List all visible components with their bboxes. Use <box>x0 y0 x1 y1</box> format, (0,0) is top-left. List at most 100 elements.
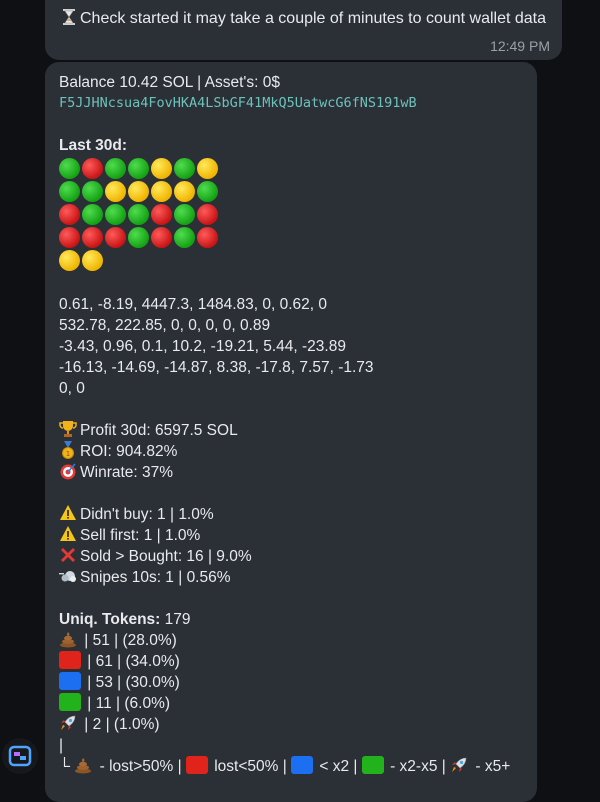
profit-text: Profit 30d: 6597.5 SOL <box>80 422 238 439</box>
green-circle-icon <box>105 204 126 225</box>
dash-cloud-icon <box>59 571 76 582</box>
dot-row <box>59 227 523 250</box>
winrate-text: Winrate: 37% <box>80 464 174 481</box>
legend-line: └ - lost>50% | lost<50% | < x2 | - x2-x5… <box>59 756 523 777</box>
trophy-icon <box>59 421 77 437</box>
last30d-label: Last 30d: <box>59 137 128 154</box>
rocket-icon <box>452 757 467 772</box>
sold-bought-line: Sold > Bought: 16 | 9.0% <box>59 546 523 567</box>
svg-text:1: 1 <box>66 450 70 458</box>
green-circle-icon <box>82 204 103 225</box>
pipe-line: | <box>59 737 64 754</box>
legend-x2-x5: - x2-x5 | <box>385 758 446 775</box>
yellow-circle-icon <box>105 181 126 202</box>
rocket-icon <box>61 715 76 730</box>
red-circle-icon <box>151 204 172 225</box>
legend-lost-lt50: lost<50% | <box>209 758 287 775</box>
red-circle-icon <box>105 227 126 248</box>
green-circle-icon <box>174 227 195 248</box>
legend-x5-plus: - x5+ <box>471 758 511 775</box>
sold-bought-text: Sold > Bought: 16 | 9.0% <box>80 548 252 565</box>
red-circle-icon <box>197 204 218 225</box>
yellow-circle-icon <box>59 250 80 271</box>
message-timestamp: 12:49 PM <box>490 38 550 54</box>
bot-logo-icon <box>8 745 32 767</box>
yellow-circle-icon <box>151 158 172 179</box>
token-row-text: | 61 | (34.0%) <box>83 653 180 670</box>
values-line: -3.43, 0.96, 0.1, 10.2, -19.21, 5.44, -2… <box>59 338 346 355</box>
green-circle-icon <box>82 181 103 202</box>
red-circle-icon <box>59 227 80 248</box>
green-circle-icon <box>128 204 149 225</box>
green-circle-icon <box>59 158 80 179</box>
avatar[interactable] <box>2 738 38 774</box>
token-row: | 2 | (1.0%) <box>59 714 523 735</box>
green-circle-icon <box>174 158 195 179</box>
token-row: | 53 | (30.0%) <box>59 672 523 693</box>
green-circle-icon <box>128 227 149 248</box>
green-circle-icon <box>174 204 195 225</box>
green-square-icon <box>361 756 384 774</box>
warning-icon <box>60 505 76 520</box>
green-square-icon <box>59 693 81 711</box>
blue-square-icon <box>59 672 81 690</box>
roi-line: 1 ROI: 904.82% <box>59 441 523 462</box>
uniq-tokens-line: Uniq. Tokens: 179 <box>59 609 523 630</box>
yellow-circle-icon <box>151 181 172 202</box>
profit-line: Profit 30d: 6597.5 SOL <box>59 420 523 441</box>
uniq-tokens-value: 179 <box>160 611 191 628</box>
report-message-bubble: Balance 10.42 SOL | Asset's: 0$ F5JJHNcs… <box>45 62 537 802</box>
token-row: | 51 | (28.0%) <box>59 630 523 651</box>
hourglass-icon <box>63 9 75 25</box>
didnt-buy-text: Didn't buy: 1 | 1.0% <box>80 506 214 523</box>
warning-icon <box>60 526 76 541</box>
values-line: 532.78, 222.85, 0, 0, 0, 0, 0.89 <box>59 317 271 334</box>
balance-line: Balance 10.42 SOL | Asset's: 0$ <box>59 74 280 91</box>
legend-corner: └ <box>59 758 70 775</box>
values-line: -16.13, -14.69, -14.87, 8.38, -17.8, 7.5… <box>59 359 374 376</box>
medal-icon: 1 <box>62 441 74 459</box>
status-message-label: Check started it may take a couple of mi… <box>80 10 547 27</box>
token-row: | 11 | (6.0%) <box>59 693 523 714</box>
token-row-text: | 11 | (6.0%) <box>83 695 171 712</box>
poop-icon <box>60 632 76 648</box>
legend-lt-x2: < x2 | <box>315 758 358 775</box>
green-circle-icon <box>59 181 80 202</box>
red-circle-icon <box>82 158 103 179</box>
poop-icon <box>75 758 92 774</box>
red-square-icon <box>185 756 208 774</box>
uniq-tokens-label: Uniq. Tokens: <box>59 611 161 628</box>
values-line: 0.61, -8.19, 4447.3, 1484.83, 0, 0.62, 0 <box>59 296 328 313</box>
red-circle-icon <box>197 227 218 248</box>
status-message-bubble: Check started it may take a couple of mi… <box>45 0 562 60</box>
values-line: 0, 0 <box>59 380 85 397</box>
red-circle-icon <box>59 204 80 225</box>
sell-first-text: Sell first: 1 | 1.0% <box>80 527 201 544</box>
target-icon <box>60 463 76 480</box>
legend-lost-gt50: - lost>50% | <box>95 758 182 775</box>
yellow-circle-icon <box>82 250 103 271</box>
trade-values-list: 0.61, -8.19, 4447.3, 1484.83, 0, 0.62, 0… <box>59 294 523 399</box>
green-circle-icon <box>197 181 218 202</box>
dot-row <box>59 158 523 181</box>
snipes-text: Snipes 10s: 1 | 0.56% <box>80 569 231 586</box>
wallet-address-link[interactable]: F5JJHNcsua4FovHKA4LSbGF41MkQ5UatwcG6fNS1… <box>59 93 523 114</box>
green-circle-icon <box>128 158 149 179</box>
dot-row <box>59 204 523 227</box>
sell-first-line: Sell first: 1 | 1.0% <box>59 525 523 546</box>
green-circle-icon <box>105 158 126 179</box>
token-row-text: | 51 | (28.0%) <box>80 632 177 649</box>
token-row: | 61 | (34.0%) <box>59 651 523 672</box>
roi-text: ROI: 904.82% <box>80 443 178 460</box>
yellow-circle-icon <box>128 181 149 202</box>
red-square-icon <box>59 651 81 669</box>
token-row-text: | 53 | (30.0%) <box>83 674 180 691</box>
cross-mark-icon <box>61 548 75 562</box>
winrate-line: Winrate: 37% <box>59 462 523 483</box>
yellow-circle-icon <box>197 158 218 179</box>
red-circle-icon <box>151 227 172 248</box>
dot-row <box>59 250 523 273</box>
snipes-line: Snipes 10s: 1 | 0.56% <box>59 567 523 588</box>
status-message-text: Check started it may take a couple of mi… <box>61 8 548 29</box>
trade-result-dots <box>59 158 523 273</box>
